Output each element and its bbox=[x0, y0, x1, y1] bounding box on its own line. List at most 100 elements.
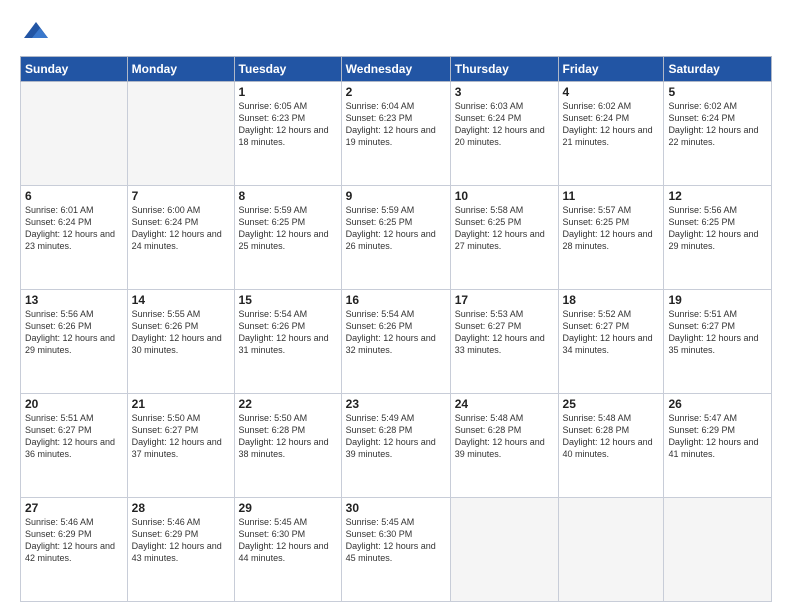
day-info: Sunrise: 5:51 AM Sunset: 6:27 PM Dayligh… bbox=[668, 308, 767, 357]
calendar-cell bbox=[558, 498, 664, 602]
day-number: 21 bbox=[132, 397, 230, 411]
calendar-cell: 13Sunrise: 5:56 AM Sunset: 6:26 PM Dayli… bbox=[21, 290, 128, 394]
day-number: 23 bbox=[346, 397, 446, 411]
calendar-week-2: 13Sunrise: 5:56 AM Sunset: 6:26 PM Dayli… bbox=[21, 290, 772, 394]
day-number: 9 bbox=[346, 189, 446, 203]
day-info: Sunrise: 6:02 AM Sunset: 6:24 PM Dayligh… bbox=[563, 100, 660, 149]
calendar-cell: 9Sunrise: 5:59 AM Sunset: 6:25 PM Daylig… bbox=[341, 186, 450, 290]
calendar-cell: 11Sunrise: 5:57 AM Sunset: 6:25 PM Dayli… bbox=[558, 186, 664, 290]
calendar-cell: 10Sunrise: 5:58 AM Sunset: 6:25 PM Dayli… bbox=[450, 186, 558, 290]
day-number: 10 bbox=[455, 189, 554, 203]
day-info: Sunrise: 5:50 AM Sunset: 6:28 PM Dayligh… bbox=[239, 412, 337, 461]
calendar-cell: 26Sunrise: 5:47 AM Sunset: 6:29 PM Dayli… bbox=[664, 394, 772, 498]
day-info: Sunrise: 5:54 AM Sunset: 6:26 PM Dayligh… bbox=[346, 308, 446, 357]
calendar-cell: 28Sunrise: 5:46 AM Sunset: 6:29 PM Dayli… bbox=[127, 498, 234, 602]
calendar-cell: 6Sunrise: 6:01 AM Sunset: 6:24 PM Daylig… bbox=[21, 186, 128, 290]
day-number: 12 bbox=[668, 189, 767, 203]
day-info: Sunrise: 6:00 AM Sunset: 6:24 PM Dayligh… bbox=[132, 204, 230, 253]
calendar-header-sunday: Sunday bbox=[21, 57, 128, 82]
calendar-cell bbox=[664, 498, 772, 602]
calendar-cell: 3Sunrise: 6:03 AM Sunset: 6:24 PM Daylig… bbox=[450, 82, 558, 186]
day-info: Sunrise: 5:55 AM Sunset: 6:26 PM Dayligh… bbox=[132, 308, 230, 357]
day-info: Sunrise: 5:56 AM Sunset: 6:25 PM Dayligh… bbox=[668, 204, 767, 253]
day-info: Sunrise: 5:59 AM Sunset: 6:25 PM Dayligh… bbox=[239, 204, 337, 253]
day-number: 5 bbox=[668, 85, 767, 99]
day-number: 30 bbox=[346, 501, 446, 515]
day-info: Sunrise: 5:58 AM Sunset: 6:25 PM Dayligh… bbox=[455, 204, 554, 253]
day-info: Sunrise: 5:57 AM Sunset: 6:25 PM Dayligh… bbox=[563, 204, 660, 253]
calendar-cell: 8Sunrise: 5:59 AM Sunset: 6:25 PM Daylig… bbox=[234, 186, 341, 290]
calendar-cell: 7Sunrise: 6:00 AM Sunset: 6:24 PM Daylig… bbox=[127, 186, 234, 290]
day-info: Sunrise: 5:50 AM Sunset: 6:27 PM Dayligh… bbox=[132, 412, 230, 461]
calendar-cell: 4Sunrise: 6:02 AM Sunset: 6:24 PM Daylig… bbox=[558, 82, 664, 186]
day-info: Sunrise: 5:45 AM Sunset: 6:30 PM Dayligh… bbox=[346, 516, 446, 565]
calendar-cell: 12Sunrise: 5:56 AM Sunset: 6:25 PM Dayli… bbox=[664, 186, 772, 290]
day-info: Sunrise: 5:51 AM Sunset: 6:27 PM Dayligh… bbox=[25, 412, 123, 461]
day-number: 20 bbox=[25, 397, 123, 411]
day-number: 17 bbox=[455, 293, 554, 307]
calendar-week-3: 20Sunrise: 5:51 AM Sunset: 6:27 PM Dayli… bbox=[21, 394, 772, 498]
header bbox=[20, 18, 772, 46]
day-number: 7 bbox=[132, 189, 230, 203]
day-number: 14 bbox=[132, 293, 230, 307]
day-number: 19 bbox=[668, 293, 767, 307]
calendar-header-row: SundayMondayTuesdayWednesdayThursdayFrid… bbox=[21, 57, 772, 82]
day-info: Sunrise: 5:48 AM Sunset: 6:28 PM Dayligh… bbox=[455, 412, 554, 461]
day-info: Sunrise: 6:01 AM Sunset: 6:24 PM Dayligh… bbox=[25, 204, 123, 253]
calendar-cell: 30Sunrise: 5:45 AM Sunset: 6:30 PM Dayli… bbox=[341, 498, 450, 602]
day-info: Sunrise: 5:49 AM Sunset: 6:28 PM Dayligh… bbox=[346, 412, 446, 461]
day-number: 15 bbox=[239, 293, 337, 307]
calendar-header-friday: Friday bbox=[558, 57, 664, 82]
day-number: 1 bbox=[239, 85, 337, 99]
day-number: 24 bbox=[455, 397, 554, 411]
day-number: 25 bbox=[563, 397, 660, 411]
day-info: Sunrise: 6:05 AM Sunset: 6:23 PM Dayligh… bbox=[239, 100, 337, 149]
calendar-cell bbox=[21, 82, 128, 186]
calendar-cell: 5Sunrise: 6:02 AM Sunset: 6:24 PM Daylig… bbox=[664, 82, 772, 186]
day-info: Sunrise: 6:02 AM Sunset: 6:24 PM Dayligh… bbox=[668, 100, 767, 149]
logo-icon bbox=[22, 18, 50, 46]
calendar-cell: 14Sunrise: 5:55 AM Sunset: 6:26 PM Dayli… bbox=[127, 290, 234, 394]
calendar-cell: 16Sunrise: 5:54 AM Sunset: 6:26 PM Dayli… bbox=[341, 290, 450, 394]
calendar-cell: 18Sunrise: 5:52 AM Sunset: 6:27 PM Dayli… bbox=[558, 290, 664, 394]
day-info: Sunrise: 5:46 AM Sunset: 6:29 PM Dayligh… bbox=[25, 516, 123, 565]
page: SundayMondayTuesdayWednesdayThursdayFrid… bbox=[0, 0, 792, 612]
calendar-week-4: 27Sunrise: 5:46 AM Sunset: 6:29 PM Dayli… bbox=[21, 498, 772, 602]
calendar-cell: 15Sunrise: 5:54 AM Sunset: 6:26 PM Dayli… bbox=[234, 290, 341, 394]
calendar-cell: 17Sunrise: 5:53 AM Sunset: 6:27 PM Dayli… bbox=[450, 290, 558, 394]
calendar-table: SundayMondayTuesdayWednesdayThursdayFrid… bbox=[20, 56, 772, 602]
calendar-cell bbox=[127, 82, 234, 186]
day-number: 6 bbox=[25, 189, 123, 203]
day-number: 18 bbox=[563, 293, 660, 307]
calendar-header-saturday: Saturday bbox=[664, 57, 772, 82]
day-info: Sunrise: 5:59 AM Sunset: 6:25 PM Dayligh… bbox=[346, 204, 446, 253]
calendar-cell: 1Sunrise: 6:05 AM Sunset: 6:23 PM Daylig… bbox=[234, 82, 341, 186]
day-info: Sunrise: 5:47 AM Sunset: 6:29 PM Dayligh… bbox=[668, 412, 767, 461]
calendar-header-thursday: Thursday bbox=[450, 57, 558, 82]
day-info: Sunrise: 5:54 AM Sunset: 6:26 PM Dayligh… bbox=[239, 308, 337, 357]
calendar-cell: 20Sunrise: 5:51 AM Sunset: 6:27 PM Dayli… bbox=[21, 394, 128, 498]
day-number: 8 bbox=[239, 189, 337, 203]
day-number: 29 bbox=[239, 501, 337, 515]
day-number: 16 bbox=[346, 293, 446, 307]
calendar-week-1: 6Sunrise: 6:01 AM Sunset: 6:24 PM Daylig… bbox=[21, 186, 772, 290]
calendar-cell: 19Sunrise: 5:51 AM Sunset: 6:27 PM Dayli… bbox=[664, 290, 772, 394]
day-number: 13 bbox=[25, 293, 123, 307]
day-info: Sunrise: 5:48 AM Sunset: 6:28 PM Dayligh… bbox=[563, 412, 660, 461]
calendar-cell: 27Sunrise: 5:46 AM Sunset: 6:29 PM Dayli… bbox=[21, 498, 128, 602]
day-info: Sunrise: 6:04 AM Sunset: 6:23 PM Dayligh… bbox=[346, 100, 446, 149]
day-info: Sunrise: 5:56 AM Sunset: 6:26 PM Dayligh… bbox=[25, 308, 123, 357]
logo bbox=[20, 18, 50, 46]
day-number: 11 bbox=[563, 189, 660, 203]
calendar-header-tuesday: Tuesday bbox=[234, 57, 341, 82]
day-info: Sunrise: 6:03 AM Sunset: 6:24 PM Dayligh… bbox=[455, 100, 554, 149]
day-info: Sunrise: 5:52 AM Sunset: 6:27 PM Dayligh… bbox=[563, 308, 660, 357]
calendar-cell: 21Sunrise: 5:50 AM Sunset: 6:27 PM Dayli… bbox=[127, 394, 234, 498]
day-number: 4 bbox=[563, 85, 660, 99]
calendar-cell bbox=[450, 498, 558, 602]
calendar-cell: 2Sunrise: 6:04 AM Sunset: 6:23 PM Daylig… bbox=[341, 82, 450, 186]
calendar-cell: 23Sunrise: 5:49 AM Sunset: 6:28 PM Dayli… bbox=[341, 394, 450, 498]
day-info: Sunrise: 5:46 AM Sunset: 6:29 PM Dayligh… bbox=[132, 516, 230, 565]
calendar-header-monday: Monday bbox=[127, 57, 234, 82]
day-number: 3 bbox=[455, 85, 554, 99]
